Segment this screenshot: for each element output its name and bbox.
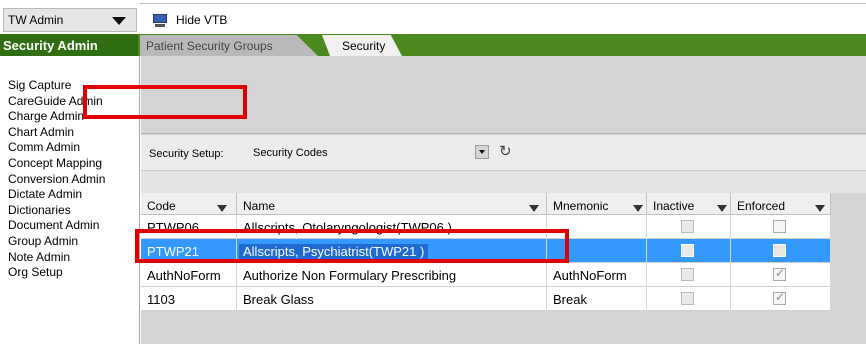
- security-setup-value: Security Codes: [253, 147, 328, 159]
- hide-vtb-label: Hide VTB: [176, 13, 228, 27]
- column-header-code-label: Code: [147, 199, 176, 213]
- cell-mnemonic: AuthNoForm: [547, 263, 647, 287]
- cell-enforced: [731, 263, 831, 287]
- cell-enforced: [731, 215, 831, 239]
- cell-inactive: [647, 239, 731, 263]
- hide-vtb-button[interactable]: Hide VTB: [152, 10, 227, 30]
- grid-toolbar: [141, 171, 866, 193]
- tab-patient-security-groups-label: Patient Security Groups: [146, 38, 273, 53]
- column-header-enforced-label: Enforced: [737, 199, 786, 213]
- sidebar-item-note-admin[interactable]: Note Admin: [0, 250, 139, 266]
- cell-code: 1103: [141, 287, 237, 311]
- cell-inactive: [647, 287, 731, 311]
- column-header-inactive-label: Inactive: [653, 199, 695, 213]
- enforced-checkbox[interactable]: [773, 220, 786, 233]
- security-setup-row: Security Setup: Security Codes ↻: [141, 135, 866, 171]
- sidebar-item-chart-admin[interactable]: Chart Admin: [0, 125, 139, 141]
- sidebar-item-dictionaries[interactable]: Dictionaries: [0, 203, 139, 219]
- setup-dropdown-arrow-icon[interactable]: [475, 145, 489, 159]
- tab-security-label: Security: [342, 38, 386, 53]
- filter-icon[interactable]: [815, 205, 825, 212]
- filter-icon[interactable]: [217, 205, 227, 212]
- tab-security-admin-label: Security Admin: [3, 37, 98, 53]
- column-header-mnemonic-label: Mnemonic: [553, 199, 609, 213]
- sidebar-item-document-admin[interactable]: Document Admin: [0, 218, 139, 234]
- highlight-box-row: [135, 229, 569, 263]
- monitor-icon: [152, 13, 168, 27]
- chevron-down-icon: [112, 17, 126, 25]
- inactive-checkbox[interactable]: [681, 220, 694, 233]
- refresh-icon[interactable]: ↻: [499, 143, 517, 161]
- cell-name: Authorize Non Formulary Prescribing: [237, 263, 547, 287]
- cell-mnemonic: Break: [547, 287, 647, 311]
- inactive-checkbox[interactable]: [681, 292, 694, 305]
- upper-panel: [141, 56, 866, 134]
- table-row[interactable]: AuthNoForm Authorize Non Formulary Presc…: [141, 263, 831, 287]
- admin-dropdown[interactable]: TW Admin: [3, 8, 137, 32]
- filter-icon[interactable]: [529, 205, 539, 212]
- column-header-enforced[interactable]: Enforced: [731, 193, 831, 215]
- tab-security[interactable]: Security: [322, 35, 402, 56]
- cell-name: Break Glass: [237, 287, 547, 311]
- menu-bar: TW Admin Hide VTB: [0, 6, 866, 34]
- sidebar-item-org-setup[interactable]: Org Setup: [0, 265, 139, 281]
- admin-dropdown-label: TW Admin: [8, 13, 64, 27]
- cell-enforced: [731, 287, 831, 311]
- cell-enforced: [731, 239, 831, 263]
- enforced-checkbox[interactable]: [773, 290, 786, 305]
- grid-header: Code Name Mnemonic Inactive Enforced: [141, 193, 831, 215]
- security-setup-select[interactable]: Security Codes: [251, 143, 499, 163]
- column-header-inactive[interactable]: Inactive: [647, 193, 731, 215]
- filter-icon[interactable]: [633, 205, 643, 212]
- top-divider: [140, 3, 866, 4]
- main-panel: Security Setup: Security Codes ↻ Code Na…: [141, 56, 866, 344]
- sidebar-item-concept-mapping[interactable]: Concept Mapping: [0, 156, 139, 172]
- sidebar-item-comm-admin[interactable]: Comm Admin: [0, 140, 139, 156]
- tab-security-admin[interactable]: Security Admin: [0, 34, 138, 56]
- inactive-checkbox[interactable]: [681, 244, 694, 257]
- filter-icon[interactable]: [717, 205, 727, 212]
- cell-code: AuthNoForm: [141, 263, 237, 287]
- column-header-name-label: Name: [243, 199, 276, 213]
- enforced-checkbox[interactable]: [773, 266, 786, 281]
- enforced-checkbox[interactable]: [773, 244, 786, 257]
- security-setup-label: Security Setup:: [149, 148, 224, 160]
- highlight-box-setup: [83, 85, 247, 119]
- inactive-checkbox[interactable]: [681, 268, 694, 281]
- tab-bar: Security Admin Patient Security Groups S…: [0, 34, 866, 56]
- sidebar-item-group-admin[interactable]: Group Admin: [0, 234, 139, 250]
- cell-inactive: [647, 263, 731, 287]
- column-header-name[interactable]: Name: [237, 193, 547, 215]
- table-row[interactable]: 1103 Break Glass Break: [141, 287, 831, 311]
- tab-patient-security-groups[interactable]: Patient Security Groups: [140, 35, 318, 56]
- column-header-code[interactable]: Code: [141, 193, 237, 215]
- column-header-mnemonic[interactable]: Mnemonic: [547, 193, 647, 215]
- sidebar-item-dictate-admin[interactable]: Dictate Admin: [0, 187, 139, 203]
- sidebar-item-conversion-admin[interactable]: Conversion Admin: [0, 172, 139, 188]
- cell-inactive: [647, 215, 731, 239]
